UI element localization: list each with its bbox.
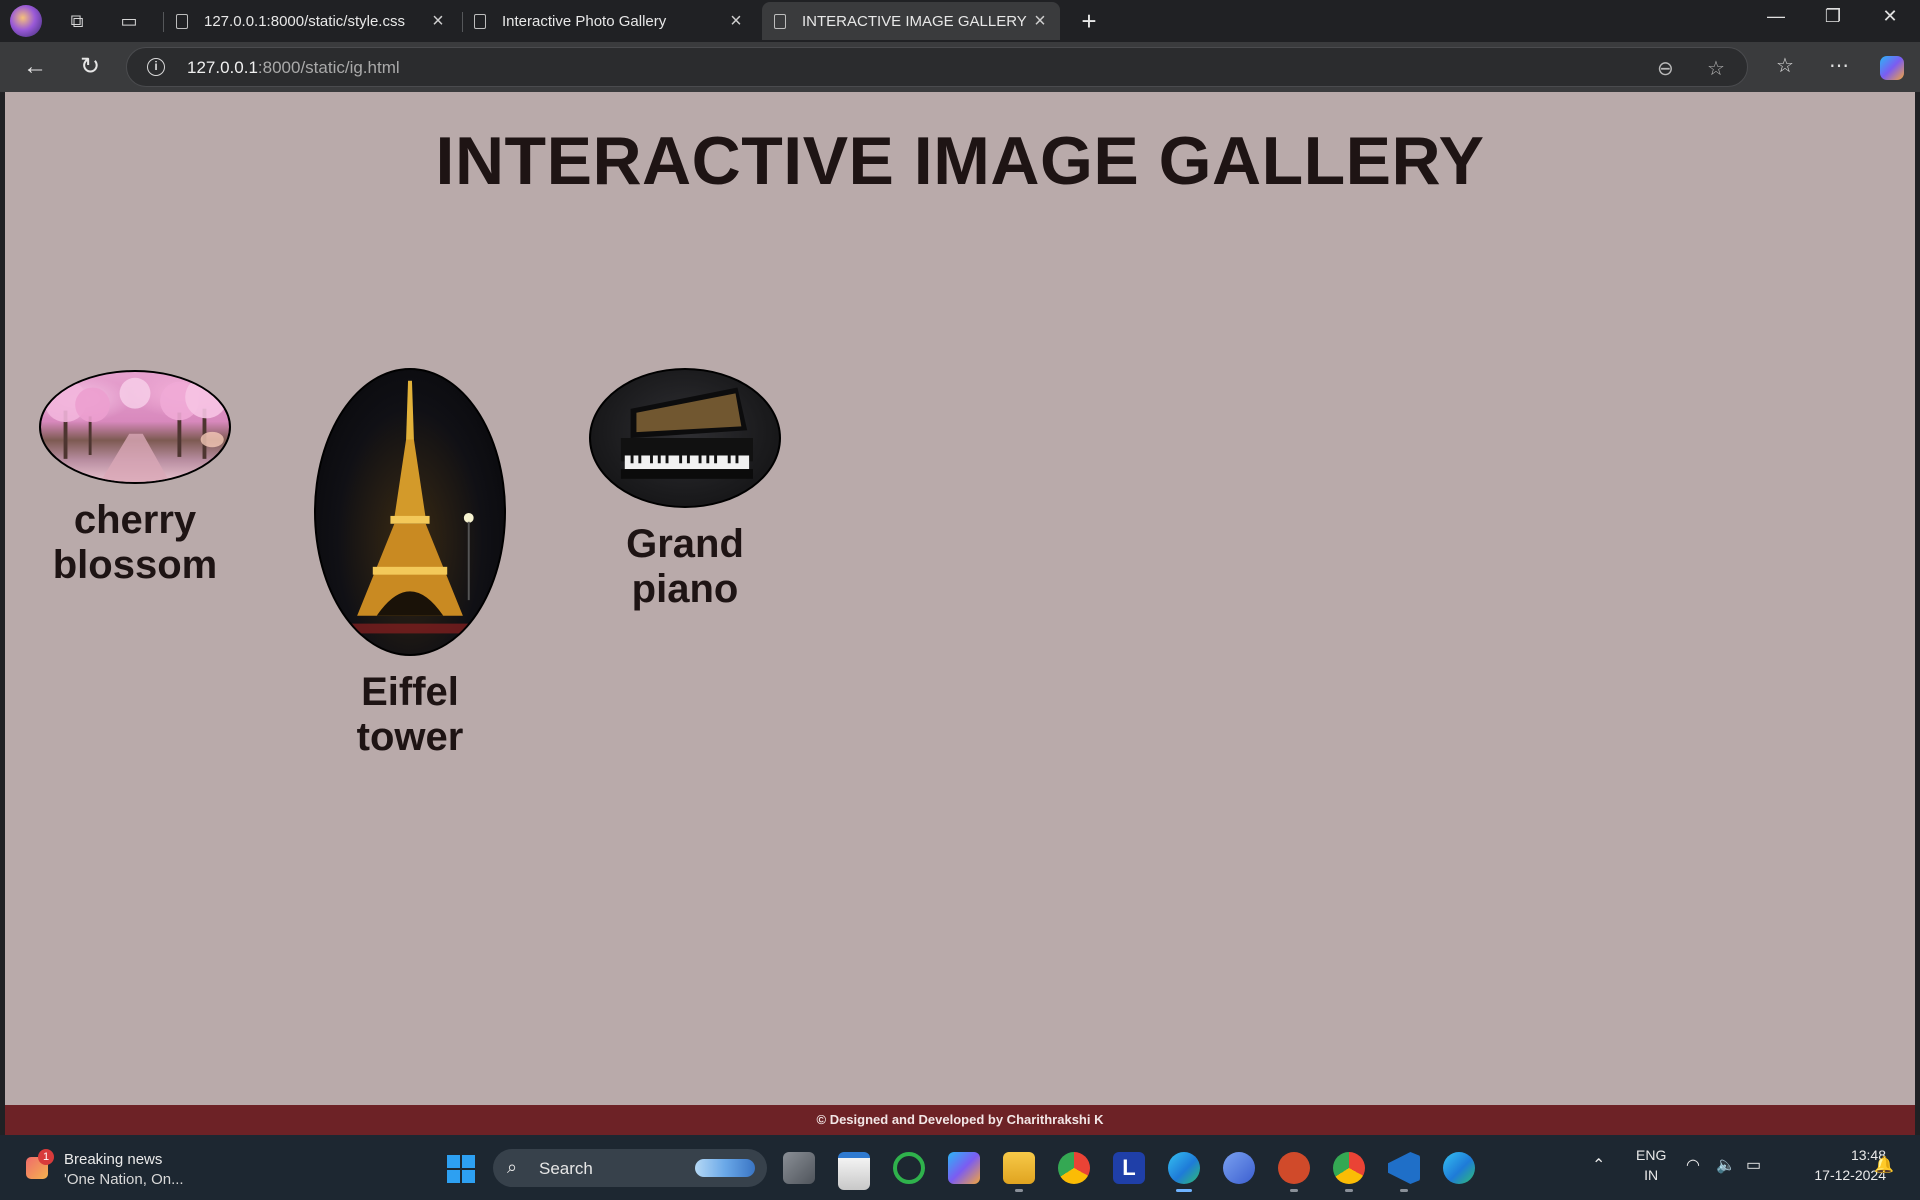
zoom-out-icon[interactable]: ⊖ bbox=[1657, 56, 1674, 81]
start-button[interactable] bbox=[447, 1155, 475, 1183]
gallery-caption: Eiffel tower bbox=[310, 670, 510, 760]
gallery-item-grand-piano[interactable]: Grand piano bbox=[585, 368, 785, 612]
microsoft-store-icon[interactable] bbox=[838, 1152, 870, 1190]
search-highlight-icon bbox=[695, 1159, 755, 1177]
page-viewport: INTERACTIVE IMAGE GALLERY cherry blossom bbox=[5, 92, 1915, 1135]
refresh-button[interactable]: ↻ bbox=[75, 52, 105, 82]
document-icon bbox=[474, 13, 486, 29]
cherry-blossom-illustration bbox=[44, 375, 228, 482]
edge-icon[interactable] bbox=[1168, 1152, 1200, 1184]
system-clock[interactable]: 13:48 17-12-2024 bbox=[1786, 1145, 1886, 1185]
url-text[interactable]: 127.0.0.1:8000/static/ig.html bbox=[187, 58, 400, 78]
document-icon bbox=[774, 13, 786, 29]
tab-strip: ⧉ ▭ 127.0.0.1:8000/static/style.css × In… bbox=[0, 0, 1920, 42]
caption-line: Grand bbox=[626, 522, 744, 566]
active-indicator bbox=[1176, 1189, 1192, 1192]
edge-secondary-icon[interactable] bbox=[1443, 1152, 1475, 1184]
taskbar: 1 Breaking news 'One Nation, On... ⌕ Sea… bbox=[0, 1135, 1920, 1200]
language-code: ENG bbox=[1636, 1147, 1667, 1163]
url-path: :8000/static/ig.html bbox=[257, 58, 400, 77]
refresh-app-icon[interactable] bbox=[893, 1152, 925, 1184]
grand-piano-illustration bbox=[620, 387, 753, 479]
search-icon: ⌕ bbox=[507, 1157, 518, 1177]
taskbar-search[interactable]: ⌕ Search bbox=[493, 1149, 767, 1187]
chrome-icon[interactable] bbox=[1058, 1152, 1090, 1184]
powerpoint-icon[interactable] bbox=[1278, 1152, 1310, 1184]
tab-style-css[interactable]: 127.0.0.1:8000/static/style.css × bbox=[168, 2, 458, 40]
task-view-icon[interactable] bbox=[783, 1152, 815, 1184]
eiffel-tower-image[interactable] bbox=[314, 368, 506, 656]
workspaces-icon[interactable]: ⧉ bbox=[64, 8, 90, 34]
vscode-icon[interactable] bbox=[1388, 1152, 1420, 1184]
url-host: 127.0.0.1 bbox=[187, 58, 258, 77]
new-tab-button[interactable]: + bbox=[1074, 6, 1104, 37]
eiffel-tower-illustration bbox=[345, 380, 475, 634]
site-info-icon[interactable]: i bbox=[147, 58, 165, 76]
running-indicator bbox=[1400, 1189, 1408, 1192]
arc-app-icon[interactable] bbox=[1223, 1152, 1255, 1184]
minimize-button[interactable]: — bbox=[1756, 6, 1796, 27]
caption-line: piano bbox=[631, 567, 739, 611]
l-app-icon[interactable]: L bbox=[1113, 1152, 1145, 1184]
caption-line: Eiffel bbox=[361, 670, 459, 714]
windows-logo-tile bbox=[447, 1170, 460, 1183]
tab-actions-icon[interactable]: ▭ bbox=[116, 8, 142, 34]
news-widget[interactable]: 1 Breaking news 'One Nation, On... bbox=[26, 1149, 196, 1189]
windows-logo-tile bbox=[462, 1170, 475, 1183]
tab-interactive-image-gallery[interactable]: INTERACTIVE IMAGE GALLERY × bbox=[762, 2, 1060, 40]
caption-line: cherry bbox=[73, 498, 197, 542]
volume-icon[interactable]: 🔈 bbox=[1716, 1155, 1736, 1175]
cherry-blossom-image[interactable] bbox=[39, 370, 231, 484]
address-bar[interactable]: i 127.0.0.1:8000/static/ig.html ⊖ ☆ bbox=[126, 47, 1748, 87]
tab-separator bbox=[462, 12, 463, 32]
search-placeholder: Search bbox=[539, 1159, 593, 1178]
page-footer: © Designed and Developed by Charithraksh… bbox=[5, 1105, 1915, 1135]
gallery-caption: Grand piano bbox=[585, 522, 785, 612]
windows-logo-tile bbox=[462, 1155, 475, 1168]
gallery-item-cherry-blossom[interactable]: cherry blossom bbox=[35, 370, 235, 588]
back-button[interactable]: ← bbox=[20, 52, 50, 82]
gallery-item-eiffel-tower[interactable]: Eiffel tower bbox=[310, 368, 510, 760]
document-icon bbox=[176, 13, 188, 29]
favorite-star-icon[interactable]: ☆ bbox=[1707, 56, 1725, 81]
notifications-bell-icon[interactable]: 🔔 bbox=[1874, 1155, 1894, 1175]
news-badge: 1 bbox=[38, 1149, 54, 1165]
region-code: IN bbox=[1644, 1167, 1659, 1183]
news-title: Breaking news bbox=[64, 1151, 163, 1168]
caption-line: blossom bbox=[52, 543, 218, 587]
restore-button[interactable]: ❐ bbox=[1813, 6, 1853, 27]
close-tab-icon[interactable]: × bbox=[726, 11, 746, 31]
battery-icon[interactable]: ▭ bbox=[1746, 1155, 1761, 1175]
windows-logo-tile bbox=[447, 1155, 460, 1168]
caption-line: tower bbox=[356, 715, 464, 759]
gallery-caption: cherry blossom bbox=[35, 498, 235, 588]
show-hidden-icons-chevron-icon[interactable]: ⌃ bbox=[1592, 1155, 1605, 1175]
close-tab-icon[interactable]: × bbox=[428, 11, 448, 31]
tab-title: Interactive Photo Gallery bbox=[502, 12, 667, 30]
clock-time: 13:48 bbox=[1850, 1147, 1886, 1163]
close-tab-icon[interactable]: × bbox=[1030, 11, 1050, 31]
chrome-profile-icon[interactable] bbox=[1333, 1152, 1365, 1184]
file-explorer-icon[interactable] bbox=[1003, 1152, 1035, 1184]
running-indicator bbox=[1290, 1189, 1298, 1192]
running-indicator bbox=[1015, 1189, 1023, 1192]
tab-interactive-photo-gallery[interactable]: Interactive Photo Gallery × bbox=[466, 2, 756, 40]
wifi-icon[interactable]: ◠ bbox=[1686, 1155, 1700, 1175]
more-options-icon[interactable]: ⋯ bbox=[1824, 53, 1854, 78]
clock-date: 17-12-2024 bbox=[1814, 1167, 1886, 1183]
page-title: INTERACTIVE IMAGE GALLERY bbox=[435, 123, 1485, 199]
tab-title: 127.0.0.1:8000/static/style.css bbox=[204, 12, 405, 30]
copilot-icon[interactable] bbox=[1880, 56, 1904, 80]
copilot-app-icon[interactable] bbox=[948, 1152, 980, 1184]
close-window-button[interactable]: ✕ bbox=[1870, 6, 1910, 27]
running-indicator bbox=[1345, 1189, 1353, 1192]
tab-title: INTERACTIVE IMAGE GALLERY bbox=[802, 12, 1027, 30]
profile-avatar-icon[interactable] bbox=[10, 5, 42, 37]
language-indicator[interactable]: ENG IN bbox=[1636, 1145, 1666, 1185]
grand-piano-image[interactable] bbox=[589, 368, 781, 508]
favorites-icon[interactable]: ☆ bbox=[1770, 53, 1800, 78]
browser-toolbar: ← ↻ i 127.0.0.1:8000/static/ig.html ⊖ ☆ … bbox=[0, 42, 1920, 92]
tab-separator bbox=[163, 12, 164, 32]
news-subtitle: 'One Nation, On... bbox=[64, 1171, 184, 1188]
